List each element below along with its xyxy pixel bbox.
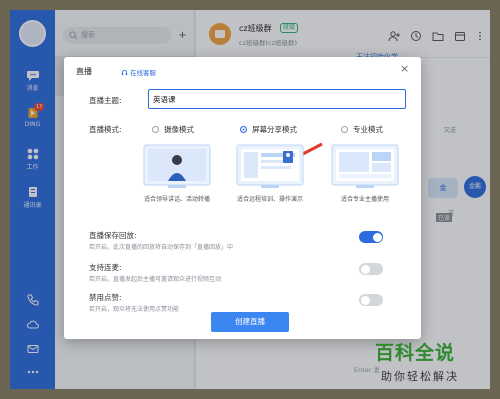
toggle-knob	[372, 232, 382, 242]
camera-mode-illustration[interactable]	[142, 143, 212, 191]
headset-icon	[121, 69, 128, 76]
screen-share-mode-illustration[interactable]	[235, 143, 305, 191]
theme-label: 直播主题:	[89, 96, 122, 105]
toggle-knob	[360, 295, 370, 305]
mode-option-label: 专业模式	[353, 125, 383, 134]
watermark: 百科全说 助你轻松解决	[365, 338, 492, 391]
watermark-sub-text: 助你轻松解决	[381, 370, 459, 383]
setting-title-disable-likes: 禁用点赞:	[89, 293, 122, 302]
live-stream-dialog: 直播 在线客服 × 直播主题: 直播模式: 摄像模式 屏幕分享模式 专业模式	[64, 57, 421, 339]
mode-desc-camera: 适合领导讲话、活动转播	[143, 196, 210, 203]
close-button[interactable]: ×	[400, 62, 409, 75]
setting-title-co-host: 支持连麦:	[89, 263, 122, 272]
replay-toggle[interactable]	[359, 231, 383, 243]
setting-desc-disable-likes: 若开启，观众将无法使用点赞功能	[89, 306, 180, 313]
radio-professional[interactable]	[341, 126, 348, 133]
mode-option-professional[interactable]: 专业模式	[341, 124, 383, 135]
online-service-link[interactable]: 在线客服	[121, 67, 156, 77]
watermark-main-text: 百科全说	[375, 342, 456, 364]
setting-title-replay: 直播保存回放:	[89, 231, 137, 240]
setting-desc-co-host: 若开启，直播发起后主播可邀请观众进行视频互动	[89, 276, 222, 283]
mode-label: 直播模式:	[89, 125, 122, 134]
theme-input[interactable]	[148, 89, 406, 109]
mode-desc-professional: 适合专业主播使用	[340, 196, 389, 203]
mode-option-label: 屏幕分享模式	[252, 125, 297, 134]
mode-option-camera[interactable]: 摄像模式	[152, 124, 194, 135]
create-live-button[interactable]: 创建直播	[211, 312, 289, 332]
professional-mode-illustration[interactable]	[330, 143, 400, 191]
mode-option-label: 摄像模式	[164, 125, 194, 134]
radio-camera[interactable]	[152, 126, 159, 133]
radio-screen-share[interactable]	[240, 126, 247, 133]
disable-likes-toggle[interactable]	[359, 294, 383, 306]
co-host-toggle[interactable]	[359, 263, 383, 275]
dialog-title: 直播	[76, 67, 92, 76]
online-service-label: 在线客服	[130, 69, 156, 77]
mode-desc-screen-share: 适合远程培训、操作演示	[236, 196, 303, 203]
setting-desc-replay: 若开启，此次直播的回放将自动保存到「直播回放」中	[89, 244, 234, 251]
mode-option-screen-share[interactable]: 屏幕分享模式	[240, 124, 297, 135]
toggle-knob	[360, 264, 370, 274]
